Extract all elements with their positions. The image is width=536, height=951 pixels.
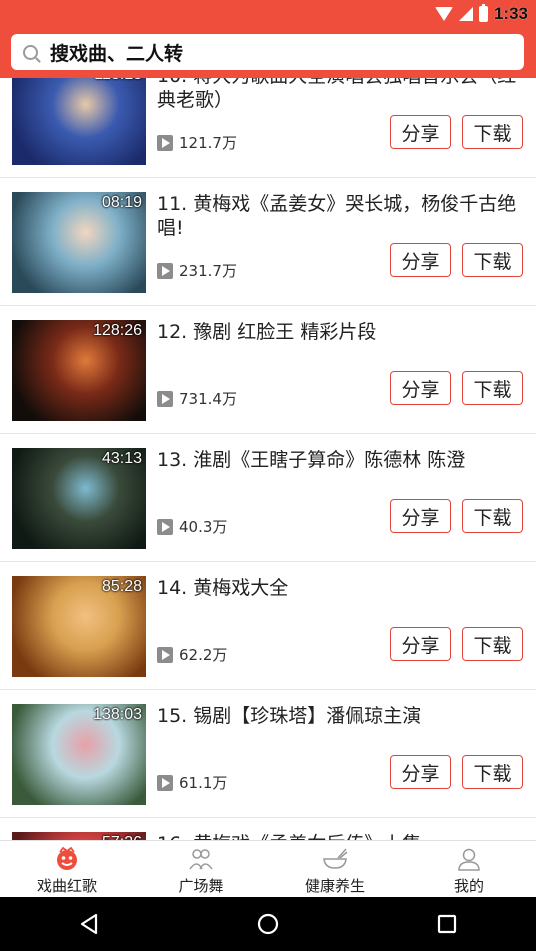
tab-label: 广场舞 [178, 877, 224, 895]
video-thumbnail[interactable]: 113:13 [12, 64, 146, 165]
share-button[interactable]: 分享 [390, 499, 451, 533]
play-count-value: 61.1万 [179, 774, 228, 792]
play-count-value: 62.2万 [179, 646, 228, 664]
video-title[interactable]: 13. 淮剧《王瞎子算命》陈德林 陈澄 [157, 448, 527, 472]
wifi-icon [434, 7, 453, 21]
list-item[interactable]: 08:19 11. 黄梅戏《孟姜女》哭长城，杨俊千古绝唱! 231.7万 分享 下载 [0, 178, 536, 306]
play-icon [157, 774, 173, 791]
opera-mask-icon [57, 846, 77, 870]
tab-health[interactable]: 健康养生 [268, 841, 402, 897]
tab-square-dance[interactable]: 广场舞 [134, 841, 268, 897]
video-thumbnail[interactable]: 85:28 [12, 576, 146, 677]
recents-square-icon [437, 914, 456, 934]
share-button[interactable]: 分享 [390, 243, 451, 277]
bowl-icon [323, 848, 348, 869]
back-triangle-icon [81, 913, 98, 935]
tab-label: 戏曲红歌 [36, 877, 97, 895]
play-icon [157, 262, 173, 279]
app-screen: 113:1310. 蒋大为歌曲大全演唱会独唱音乐会（红典老歌）121.7万分享下… [0, 0, 536, 951]
bottom-tab-bar: 戏曲红歌 广场舞 健康养生 我的 [0, 840, 536, 897]
download-button[interactable]: 下载 [462, 371, 523, 405]
list-item[interactable]: 43:13 13. 淮剧《王瞎子算命》陈德林 陈澄 40.3万 分享 下载 [0, 434, 536, 562]
video-title[interactable]: 11. 黄梅戏《孟姜女》哭长城，杨俊千古绝唱! [157, 192, 527, 240]
play-icon [157, 518, 173, 535]
download-button[interactable]: 下载 [462, 627, 523, 661]
video-list[interactable]: 113:1310. 蒋大为歌曲大全演唱会独唱音乐会（红典老歌）121.7万分享下… [0, 50, 536, 946]
home-button[interactable] [253, 909, 283, 939]
play-count-value: 231.7万 [179, 262, 237, 280]
recents-button[interactable] [432, 909, 462, 939]
header: 1:33 [0, 0, 536, 78]
play-icon [157, 646, 173, 663]
play-icon [157, 390, 173, 407]
video-thumbnail[interactable]: 43:13 [12, 448, 146, 549]
dancers-icon [189, 849, 213, 870]
list-item[interactable]: 138:03 15. 锡剧【珍珠塔】潘佩琼主演 61.1万 分享 下载 [0, 690, 536, 818]
status-bar: 1:33 [434, 2, 528, 26]
video-title[interactable]: 14. 黄梅戏大全 [157, 576, 527, 600]
back-button[interactable] [74, 909, 104, 939]
play-count: 731.4万 [157, 388, 237, 409]
download-button[interactable]: 下载 [462, 115, 523, 149]
video-thumbnail[interactable]: 128:26 [12, 320, 146, 421]
list-item[interactable]: 128:26 12. 豫剧 红脸王 精彩片段 731.4万 分享 下载 [0, 306, 536, 434]
video-thumbnail[interactable]: 138:03 [12, 704, 146, 805]
duration-label: 85:28 [101, 578, 142, 595]
play-count-value: 40.3万 [179, 518, 228, 536]
list-item[interactable]: 85:28 14. 黄梅戏大全 62.2万 分享 下载 [0, 562, 536, 690]
battery-icon [478, 4, 488, 22]
person-icon [458, 848, 480, 871]
play-count-value: 121.7万 [179, 134, 237, 152]
play-count: 40.3万 [157, 516, 227, 537]
signal-icon [458, 7, 473, 21]
duration-label: 08:19 [101, 194, 142, 211]
duration-label: 43:13 [101, 450, 142, 467]
search-bar[interactable] [11, 34, 524, 70]
home-circle-icon [257, 913, 279, 935]
tab-label: 健康养生 [304, 877, 365, 895]
download-button[interactable]: 下载 [462, 243, 523, 277]
video-title[interactable]: 15. 锡剧【珍珠塔】潘佩琼主演 [157, 704, 527, 728]
download-button[interactable]: 下载 [462, 755, 523, 789]
share-button[interactable]: 分享 [390, 115, 451, 149]
system-nav-bar [0, 897, 536, 951]
share-button[interactable]: 分享 [390, 627, 451, 661]
play-count-value: 731.4万 [179, 390, 237, 408]
video-thumbnail[interactable]: 08:19 [12, 192, 146, 293]
video-title[interactable]: 12. 豫剧 红脸王 精彩片段 [157, 320, 527, 344]
search-input[interactable] [50, 41, 490, 63]
tab-opera[interactable]: 戏曲红歌 [0, 841, 134, 897]
duration-label: 138:03 [93, 706, 142, 723]
status-time: 1:33 [493, 4, 528, 23]
search-icon [23, 44, 38, 60]
share-button[interactable]: 分享 [390, 371, 451, 405]
play-icon [157, 134, 173, 151]
play-count: 61.1万 [157, 772, 227, 793]
duration-label: 128:26 [93, 322, 142, 339]
play-count: 121.7万 [157, 132, 237, 153]
tab-mine[interactable]: 我的 [402, 841, 536, 897]
share-button[interactable]: 分享 [390, 755, 451, 789]
tab-label: 我的 [453, 877, 484, 895]
download-button[interactable]: 下载 [462, 499, 523, 533]
play-count: 231.7万 [157, 260, 237, 281]
play-count: 62.2万 [157, 644, 227, 665]
